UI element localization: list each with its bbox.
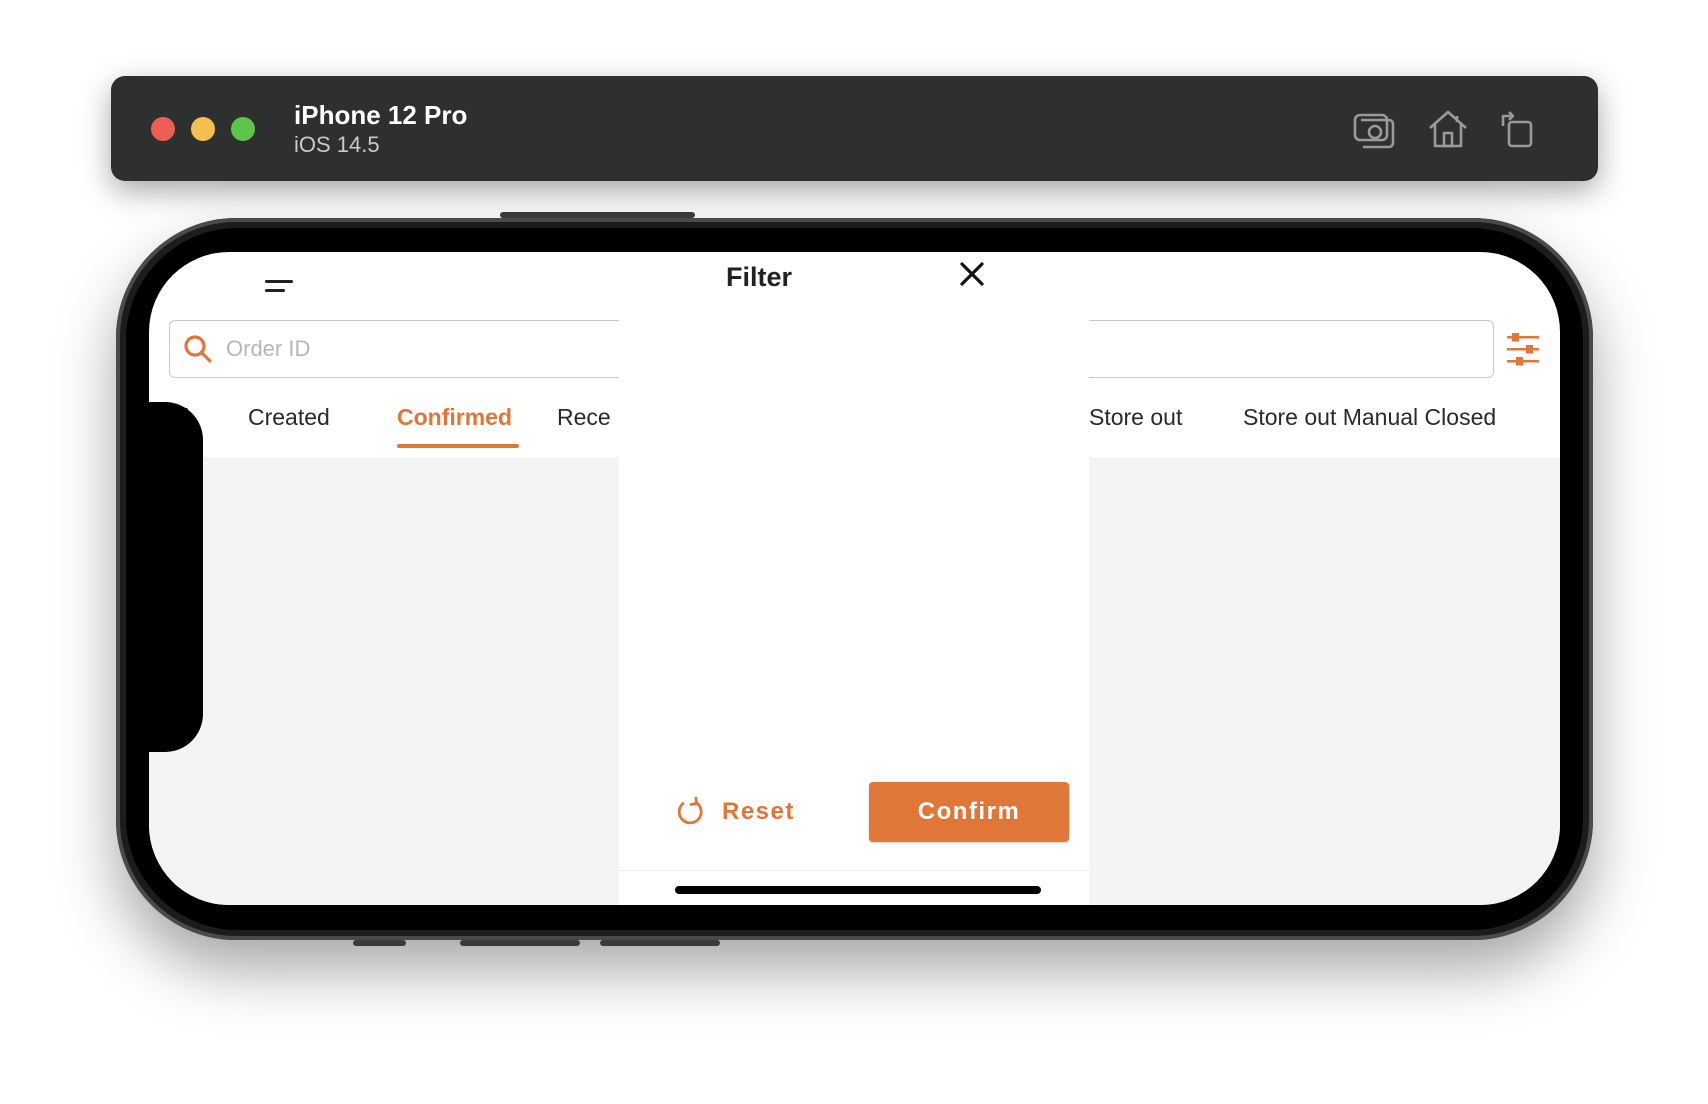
tab-created[interactable]: Created <box>248 404 330 431</box>
simulator-title-bar: iPhone 12 Pro iOS 14.5 <box>111 76 1598 181</box>
silent-switch <box>353 940 406 946</box>
volume-down-button <box>600 940 720 946</box>
tab-store-out[interactable]: Store out <box>1089 404 1182 431</box>
screenshot-icon[interactable] <box>1351 106 1397 152</box>
refresh-icon <box>677 796 703 825</box>
reset-button[interactable]: Reset <box>674 792 814 832</box>
power-button <box>500 212 695 218</box>
close-icon[interactable] <box>954 256 990 292</box>
menu-icon[interactable] <box>265 274 295 298</box>
home-indicator[interactable] <box>675 886 1041 894</box>
sheet-divider <box>619 870 1089 871</box>
os-version: iOS 14.5 <box>294 132 380 157</box>
home-icon[interactable] <box>1425 106 1471 152</box>
close-window-button[interactable] <box>151 117 175 141</box>
active-tab-indicator <box>397 444 519 448</box>
reset-label: Reset <box>722 798 795 825</box>
device-name: iPhone 12 Pro <box>294 100 468 130</box>
tab-confirmed[interactable]: Confirmed <box>397 404 512 431</box>
tab-store-out-manual-closed[interactable]: Store out Manual Closed <box>1243 404 1496 431</box>
filter-panel: Filter Reset Confirm <box>619 252 1089 905</box>
minimize-window-button[interactable] <box>191 117 215 141</box>
filter-title: Filter <box>725 262 792 292</box>
tab-received[interactable]: Rece <box>557 404 611 431</box>
search-icon <box>182 333 214 365</box>
device-notch <box>149 402 203 752</box>
filter-sliders-icon[interactable] <box>1505 331 1541 367</box>
volume-up-button <box>460 940 580 946</box>
device-screen: l Created Confirmed Rece Store out Store… <box>149 252 1560 905</box>
confirm-button[interactable]: Confirm <box>869 782 1069 842</box>
filter-actions: Reset Confirm <box>619 780 1089 850</box>
zoom-window-button[interactable] <box>231 117 255 141</box>
rotate-icon[interactable] <box>1495 106 1541 152</box>
